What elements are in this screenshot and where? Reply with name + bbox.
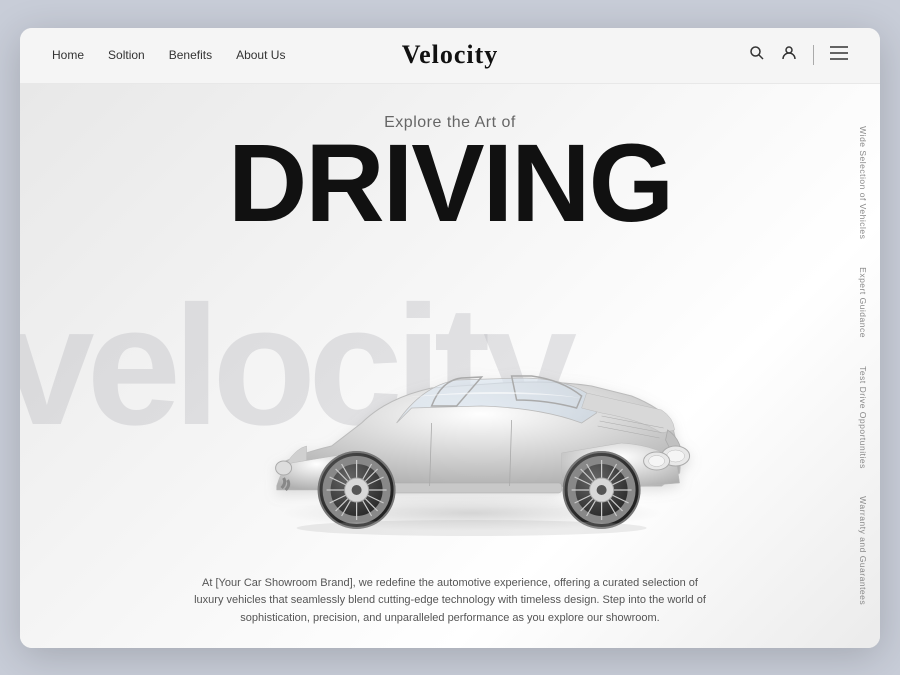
- brand-logo[interactable]: Velocity: [402, 40, 499, 70]
- menu-icon[interactable]: [830, 45, 848, 66]
- nav-links: Home Soltion Benefits About Us: [52, 48, 285, 62]
- nav-home[interactable]: Home: [52, 48, 84, 62]
- hero-description: At [Your Car Showroom Brand], we redefin…: [190, 575, 710, 628]
- nav-divider: [813, 45, 814, 65]
- car-illustration: [202, 268, 742, 548]
- sidebar-item-wide-selection[interactable]: Wide Selection of Vehicles: [858, 126, 868, 239]
- nav-about[interactable]: About Us: [236, 48, 285, 62]
- sidebar-item-test-drive[interactable]: Test Drive Opportunities: [858, 366, 868, 469]
- hero-section: velocity Explore the Art of DRIVING: [20, 84, 880, 648]
- sidebar-item-warranty[interactable]: Warranty and Guarantees: [858, 496, 868, 605]
- nav-benefits[interactable]: Benefits: [169, 48, 212, 62]
- navbar: Home Soltion Benefits About Us Velocity: [20, 28, 880, 84]
- sidebar-labels: Wide Selection of Vehicles Expert Guidan…: [858, 126, 868, 606]
- nav-actions: [749, 45, 848, 66]
- nav-solution[interactable]: Soltion: [108, 48, 145, 62]
- search-icon[interactable]: [749, 45, 765, 66]
- sidebar-item-expert-guidance[interactable]: Expert Guidance: [858, 267, 868, 338]
- user-icon[interactable]: [781, 45, 797, 66]
- hero-title: DRIVING: [228, 132, 672, 237]
- browser-frame: Home Soltion Benefits About Us Velocity: [20, 28, 880, 648]
